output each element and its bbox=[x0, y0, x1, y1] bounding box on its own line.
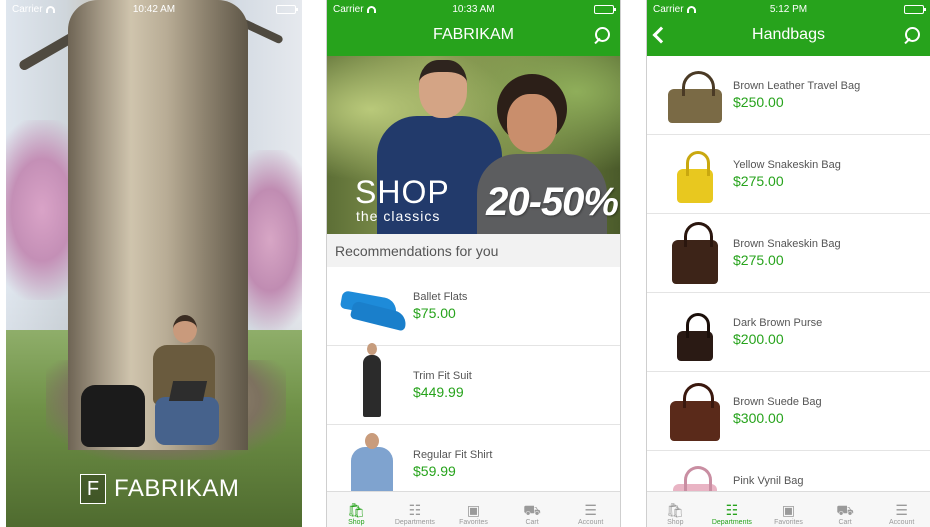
ballet-flats-image bbox=[337, 273, 409, 340]
item-price: $250.00 bbox=[733, 94, 784, 110]
item-price: $200.00 bbox=[733, 331, 784, 347]
purse-image bbox=[661, 299, 729, 366]
item-name: Ballet Flats bbox=[413, 291, 468, 303]
item-name: Brown Leather Travel Bag bbox=[733, 80, 861, 92]
favorites-icon: ▣ bbox=[466, 502, 481, 518]
page-title: Handbags bbox=[752, 26, 825, 43]
tab-bar: 🛍 Shop ☷ Departments ▣ Favorites ⛟ Cart … bbox=[327, 491, 620, 527]
status-bar: Carrier 10:42 AM bbox=[6, 0, 302, 18]
item-name: Regular Fit Shirt bbox=[413, 449, 493, 461]
status-bar: Carrier 5:12 PM bbox=[647, 0, 930, 18]
product-list: Brown Leather Travel Bag $250.00 Yellow … bbox=[647, 56, 930, 527]
list-item[interactable]: Brown Leather Travel Bag $250.00 bbox=[647, 56, 930, 135]
battery-icon bbox=[904, 4, 926, 14]
home-screen: Carrier 10:33 AM FABRIKAM SHOP the class… bbox=[326, 0, 621, 527]
backpack bbox=[81, 385, 145, 447]
travel-bag-image bbox=[661, 62, 729, 129]
status-time: 5:12 PM bbox=[769, 3, 808, 15]
shirt-image bbox=[337, 431, 407, 498]
tab-favorites[interactable]: ▣ Favorites bbox=[444, 492, 503, 527]
snakeskin-bag-image bbox=[661, 220, 729, 287]
banner-headline: SHOP bbox=[355, 174, 450, 210]
item-name: Yellow Snakeskin Bag bbox=[733, 159, 841, 171]
splash-screen: Carrier 10:42 AM F FABRIKAM bbox=[6, 0, 302, 527]
tab-account[interactable]: ☰ Account bbox=[873, 492, 930, 527]
account-icon: ☰ bbox=[584, 502, 597, 518]
tab-shop[interactable]: 🛍 Shop bbox=[647, 492, 704, 527]
battery-icon bbox=[276, 4, 298, 14]
shopping-bag-icon: 🛍 bbox=[666, 502, 685, 518]
cart-icon: ⛟ bbox=[523, 502, 541, 518]
battery-icon bbox=[594, 4, 616, 14]
departments-icon: ☷ bbox=[408, 502, 422, 518]
item-price: $275.00 bbox=[733, 173, 784, 189]
tab-cart[interactable]: ⛟ Cart bbox=[817, 492, 874, 527]
section-title: Recommendations for you bbox=[327, 234, 620, 267]
tab-account[interactable]: ☰ Account bbox=[561, 492, 620, 527]
brand-name: FABRIKAM bbox=[114, 475, 240, 502]
banner-discount: 20-50% bbox=[486, 180, 619, 224]
brand-letter: F bbox=[80, 474, 106, 504]
item-price: $449.99 bbox=[413, 384, 464, 400]
status-time: 10:33 AM bbox=[452, 3, 495, 15]
item-name: Dark Brown Purse bbox=[733, 317, 823, 329]
item-name: Brown Suede Bag bbox=[733, 396, 822, 408]
search-icon[interactable] bbox=[902, 27, 920, 45]
search-icon[interactable] bbox=[592, 27, 610, 45]
item-name: Pink Vynil Bag bbox=[733, 475, 804, 487]
tab-cart[interactable]: ⛟ Cart bbox=[503, 492, 562, 527]
item-price: $75.00 bbox=[413, 305, 456, 321]
list-item[interactable]: Yellow Snakeskin Bag $275.00 bbox=[647, 135, 930, 214]
item-price: $275.00 bbox=[733, 252, 784, 268]
item-name: Trim Fit Suit bbox=[413, 370, 472, 382]
item-price: $59.99 bbox=[413, 463, 456, 479]
list-item[interactable]: Brown Snakeskin Bag $275.00 bbox=[647, 214, 930, 293]
tab-favorites[interactable]: ▣ Favorites bbox=[760, 492, 817, 527]
list-item[interactable]: Ballet Flats $75.00 bbox=[327, 267, 620, 346]
tab-departments[interactable]: ☷ Departments bbox=[704, 492, 761, 527]
list-item[interactable]: Trim Fit Suit $449.99 bbox=[327, 342, 620, 425]
favorites-icon: ▣ bbox=[781, 502, 796, 518]
status-time: 10:42 AM bbox=[132, 3, 176, 15]
cart-icon: ⛟ bbox=[836, 502, 854, 518]
category-screen: Carrier 5:12 PM Handbags Brown Leather T… bbox=[646, 0, 930, 527]
screenshot-stage: Carrier 10:42 AM F FABRIKAM Carrier 10:3… bbox=[0, 0, 930, 527]
list-item[interactable]: Brown Suede Bag $300.00 bbox=[647, 372, 930, 451]
suede-bag-image bbox=[661, 378, 729, 445]
item-price: $300.00 bbox=[733, 410, 784, 426]
departments-icon: ☷ bbox=[725, 502, 739, 518]
banner-subline: the classics bbox=[356, 208, 441, 224]
account-icon: ☰ bbox=[895, 502, 908, 518]
promo-banner[interactable]: SHOP the classics 20-50% bbox=[327, 56, 620, 234]
tab-bar: 🛍 Shop ☷ Departments ▣ Favorites ⛟ Cart … bbox=[647, 491, 930, 527]
suit-image bbox=[337, 342, 407, 419]
app-header: Carrier 5:12 PM Handbags bbox=[647, 0, 930, 56]
yellow-bag-image bbox=[661, 141, 729, 208]
shopping-bag-icon: 🛍 bbox=[347, 502, 366, 518]
status-bar: Carrier 10:33 AM bbox=[327, 0, 620, 18]
item-name: Brown Snakeskin Bag bbox=[733, 238, 841, 250]
list-item[interactable]: Dark Brown Purse $200.00 bbox=[647, 293, 930, 372]
tab-shop[interactable]: 🛍 Shop bbox=[327, 492, 386, 527]
seated-man bbox=[141, 315, 231, 465]
tab-departments[interactable]: ☷ Departments bbox=[386, 492, 445, 527]
recommendation-list: Ballet Flats $75.00 Trim Fit Suit $449.9… bbox=[327, 267, 620, 504]
app-title: FABRIKAM bbox=[433, 26, 514, 43]
app-header: Carrier 10:33 AM FABRIKAM bbox=[327, 0, 620, 56]
brand-logo: F FABRIKAM bbox=[80, 474, 239, 504]
